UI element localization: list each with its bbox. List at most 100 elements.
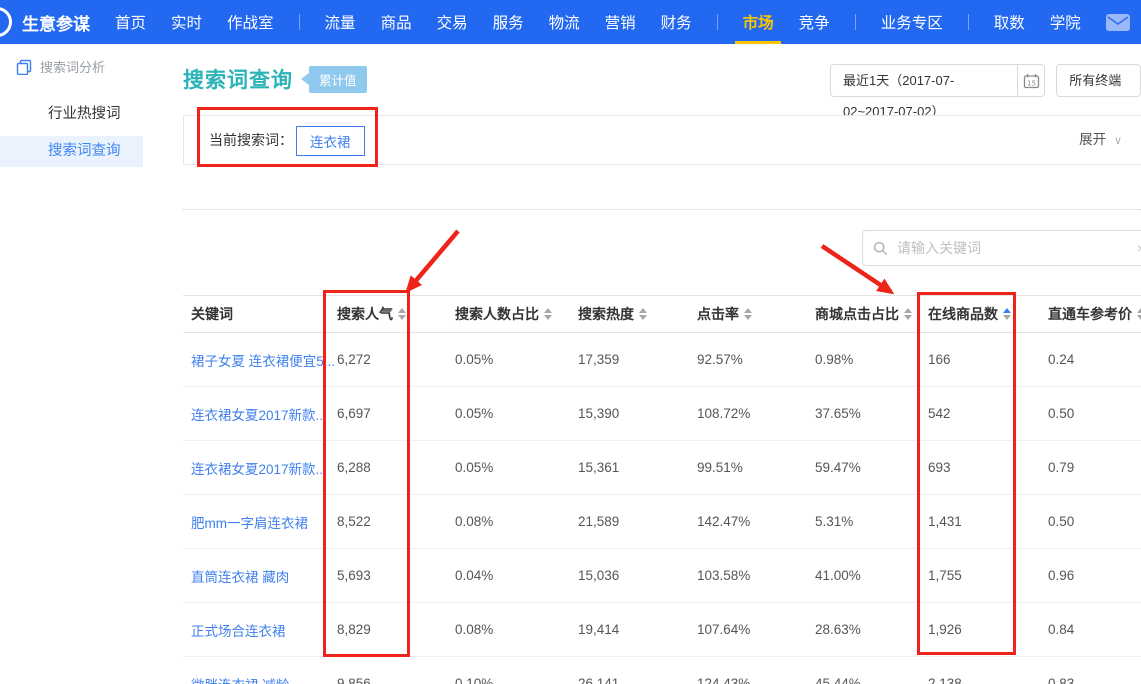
- table-cell: 8,522: [337, 514, 455, 529]
- calendar-icon[interactable]: 15: [1017, 65, 1044, 96]
- column-label: 搜索人气: [337, 304, 393, 324]
- table-cell: 6,288: [337, 460, 455, 475]
- table-cell: 41.00%: [815, 568, 928, 583]
- column-label: 搜索人数占比: [455, 304, 539, 324]
- table-body: 裙子女夏 连衣裙便宜5...6,2720.05%17,35992.57%0.98…: [183, 333, 1141, 684]
- column-header-1[interactable]: 搜索人气: [337, 304, 455, 324]
- table-cell: 15,390: [578, 406, 697, 421]
- table-cell: 0.96: [1048, 568, 1141, 583]
- table-cell: 103.58%: [697, 568, 815, 583]
- nav-item-4[interactable]: 流量: [325, 11, 356, 33]
- date-range-label[interactable]: 最近1天（2017-07-02~2017-07-02）: [831, 65, 1017, 96]
- sort-icon[interactable]: [1003, 308, 1011, 320]
- nav-item-10[interactable]: 财务: [661, 11, 692, 33]
- sort-icon[interactable]: [904, 308, 912, 320]
- column-header-3[interactable]: 搜索热度: [578, 304, 697, 324]
- svg-text:15: 15: [1027, 79, 1036, 87]
- keyword-search-input[interactable]: [895, 239, 1141, 257]
- table-cell: 142.47%: [697, 514, 815, 529]
- table-row: 直筒连衣裙 藏肉5,6930.04%15,036103.58%41.00%1,7…: [183, 549, 1141, 603]
- page-header: 搜索词查询 累计值: [183, 64, 367, 94]
- table-cell: 0.50: [1048, 514, 1141, 529]
- mail-icon[interactable]: [1106, 14, 1130, 31]
- table-cell: 0.24: [1048, 352, 1141, 367]
- table-cell: 0.98%: [815, 352, 928, 367]
- table-cell: 99.51%: [697, 460, 815, 475]
- nav-item-18[interactable]: 学院: [1050, 11, 1081, 33]
- date-range-picker[interactable]: 最近1天（2017-07-02~2017-07-02） 15: [830, 64, 1045, 97]
- keyword-link[interactable]: 连衣裙女夏2017新款...: [183, 404, 337, 424]
- table-header-row: 关键词 搜索人气 搜索人数占比 搜索热度点击率 商城点击占比在线商品数直通车参考价: [183, 295, 1141, 333]
- table-cell: 0.10%: [455, 676, 578, 684]
- sort-icon[interactable]: [744, 308, 752, 320]
- nav-item-17[interactable]: 取数: [994, 11, 1025, 33]
- column-header-2[interactable]: 搜索人数占比: [455, 304, 578, 324]
- current-search-label: 当前搜索词：: [209, 116, 293, 164]
- nav-item-1[interactable]: 实时: [171, 11, 202, 33]
- table-cell: 5.31%: [815, 514, 928, 529]
- table-row: 裙子女夏 连衣裙便宜5...6,2720.05%17,35992.57%0.98…: [183, 333, 1141, 387]
- sort-icon[interactable]: [544, 308, 552, 320]
- nav-item-9[interactable]: 营销: [605, 11, 636, 33]
- documents-icon: [16, 59, 32, 75]
- keyword-link[interactable]: 连衣裙女夏2017新款...: [183, 458, 337, 478]
- keyword-link[interactable]: 裙子女夏 连衣裙便宜5...: [183, 350, 337, 370]
- nav-item-2[interactable]: 作战室: [227, 11, 274, 33]
- sidebar-item-1[interactable]: 搜索词查询: [0, 136, 143, 167]
- expand-label[interactable]: 展开: [1079, 132, 1106, 147]
- table-cell: 17,359: [578, 352, 697, 367]
- search-icon: [873, 241, 888, 256]
- sort-icon[interactable]: [639, 308, 647, 320]
- nav-item-8[interactable]: 物流: [549, 11, 580, 33]
- column-header-6[interactable]: 在线商品数: [928, 304, 1048, 324]
- table-cell: 0.05%: [455, 460, 578, 475]
- table-row: 微胖连衣裙 减龄9,8560.10%26,141124.43%45.44%2,1…: [183, 657, 1141, 684]
- nav-item-6[interactable]: 交易: [437, 11, 468, 33]
- expand-toggle[interactable]: 展开 ∨: [1079, 116, 1122, 165]
- table-cell: 28.63%: [815, 622, 928, 637]
- current-search-tag[interactable]: 连衣裙: [296, 126, 365, 156]
- table-cell: 0.83: [1048, 676, 1141, 684]
- sidebar-item-0[interactable]: 行业热搜词: [0, 99, 143, 130]
- table-cell: 15,361: [578, 460, 697, 475]
- sidebar-group-search-analysis: 搜索词分析: [16, 57, 105, 76]
- nav-item-5[interactable]: 商品: [381, 11, 412, 33]
- nav-item-12[interactable]: 市场: [743, 11, 774, 33]
- column-label: 点击率: [697, 304, 739, 324]
- sidebar: 搜索词分析 行业热搜词搜索词查询: [0, 44, 144, 684]
- nav-item-15[interactable]: 业务专区: [881, 11, 943, 33]
- column-label: 关键词: [191, 304, 233, 324]
- nav-items: 首页 实时 作战室 流量 商品 交易 服务 物流 营销 财务 市场 竞争 业务专区 取数 学院: [90, 11, 1081, 33]
- column-header-0: 关键词: [183, 304, 337, 324]
- nav-item-7[interactable]: 服务: [493, 11, 524, 33]
- sort-icon[interactable]: [398, 308, 406, 320]
- search-terms-table: 关键词 搜索人气 搜索人数占比 搜索热度点击率 商城点击占比在线商品数直通车参考价 裙子…: [183, 295, 1141, 684]
- sort-icon[interactable]: [1137, 308, 1141, 320]
- table-cell: 21,589: [578, 514, 697, 529]
- column-header-4[interactable]: 点击率: [697, 304, 815, 324]
- nav-item-0[interactable]: 首页: [115, 11, 146, 33]
- column-header-7[interactable]: 直通车参考价: [1048, 304, 1141, 324]
- table-cell: 0.79: [1048, 460, 1141, 475]
- keyword-link[interactable]: 肥mm一字肩连衣裙: [183, 512, 337, 532]
- table-cell: 108.72%: [697, 406, 815, 421]
- current-search-panel: 当前搜索词： 连衣裙 展开 ∨: [183, 115, 1141, 165]
- table-cell: 0.50: [1048, 406, 1141, 421]
- clear-search-icon[interactable]: ×: [1137, 240, 1141, 256]
- table-cell: 6,272: [337, 352, 455, 367]
- column-header-5[interactable]: 商城点击占比: [815, 304, 928, 324]
- table-row: 连衣裙女夏2017新款...6,2880.05%15,36199.51%59.4…: [183, 441, 1141, 495]
- keyword-link[interactable]: 正式场合连衣裙: [183, 620, 337, 640]
- app-logo[interactable]: 生意参谋: [22, 10, 90, 35]
- page-title: 搜索词查询: [183, 64, 293, 94]
- table-cell: 0.05%: [455, 352, 578, 367]
- table-cell: 2,138: [928, 676, 1048, 684]
- keyword-link[interactable]: 直筒连衣裙 藏肉: [183, 566, 337, 586]
- logo-icon: [0, 7, 12, 37]
- table-cell: 0.84: [1048, 622, 1141, 637]
- terminal-select[interactable]: 所有终端: [1056, 64, 1141, 97]
- table-cell: 0.05%: [455, 406, 578, 421]
- table-cell: 59.47%: [815, 460, 928, 475]
- keyword-link[interactable]: 微胖连衣裙 减龄: [183, 674, 337, 684]
- nav-item-13[interactable]: 竞争: [799, 11, 830, 33]
